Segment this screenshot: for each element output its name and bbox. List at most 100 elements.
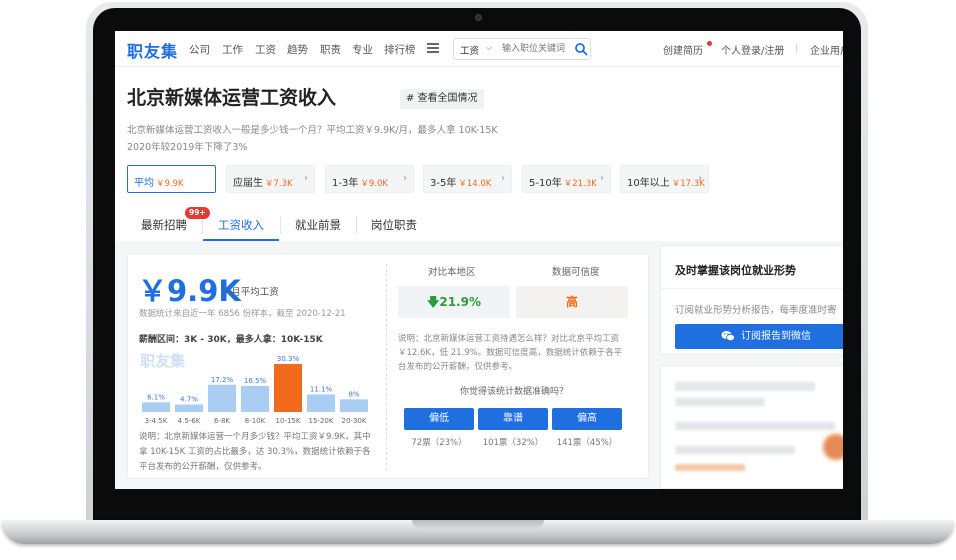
salary-card: ￥9.9K / 月平均工资 数据统计来自近一年 6856 份样本，截至 2020… [127,253,649,479]
chart-data-label-1: 4.7% [180,396,198,404]
blurred-ad-card [660,365,843,489]
laptop-notch [412,520,544,529]
exp-tab-1-3[interactable]: 1-3年 ￥9.0K › [325,165,414,193]
exp-tab-average[interactable]: 平均 ￥9.9K [127,165,216,193]
summary-line-1: 北京新媒体运营工资收入一般是多少钱一个月？平均工资￥9.9K/月，最多人拿 10… [127,125,498,136]
tab-duties[interactable]: 岗位职责 [357,209,431,241]
exp-tab-label: 应届生 [233,178,263,189]
trend-description: 订阅就业形势分析报告，每季度准时寄 [675,305,837,316]
chart-bar-4 [274,364,302,412]
exp-tab-5-10[interactable]: 5-10年 ￥21.3K › [522,165,611,193]
search-input[interactable] [502,42,568,56]
nav-link-jobs[interactable]: 工作 [222,42,243,57]
camera-icon [475,14,482,21]
create-resume-link[interactable]: 创建简历 [663,42,703,57]
credibility-value: 高 [516,286,628,318]
chevron-right-icon: › [698,173,702,184]
blur-line [675,398,765,406]
sample-note: 数据统计来自近一年 6856 份样本，截至 2020-12-21 [139,309,346,319]
poll-low-count: 72票（23%） [411,438,467,448]
search-category-select[interactable]: 工资 [460,43,479,57]
nav-link-company[interactable]: 公司 [189,42,210,57]
nav-link-major[interactable]: 专业 [352,42,373,57]
poll-high-button[interactable]: 偏高 [552,408,622,430]
chevron-right-icon: › [600,173,604,184]
nav-link-salary[interactable]: 工资 [255,42,276,57]
exp-tab-3-5[interactable]: 3-5年 ￥14.0K › [423,165,512,193]
nav-divider: | [795,43,799,54]
trend-divider [661,288,843,289]
poll-question: 你觉得该统计数据准确吗？ [459,387,568,397]
search-box: 工资 ⌵ [453,38,591,60]
exp-tab-value: ￥21.3K [563,179,597,189]
chart-bar-2 [208,384,236,412]
chevron-right-icon: › [403,173,407,184]
chart-data-label-5: 11.1% [310,385,333,393]
chart-tick-label-0: 3-4.5K [145,417,168,425]
blur-line [675,422,835,430]
tab-prospects[interactable]: 就业前景 [281,209,355,241]
chart-bar-6 [340,399,368,412]
menu-icon[interactable] [427,43,439,53]
exp-tab-graduate[interactable]: 应届生 ￥7.3K › [226,165,315,193]
site-logo[interactable]: 职友集 [127,38,178,62]
chevron-down-icon[interactable]: ⌵ [486,43,492,53]
trend-subscribe-card: 及时掌握该岗位就业形势 订阅就业形势分析报告，每季度准时寄 订阅报告到微信 [660,245,843,355]
nav-link-ranking[interactable]: 排行榜 [384,42,416,57]
chart-tick-label-4: 10-15K [276,417,301,425]
average-salary-unit: / 月平均工资 [225,287,279,298]
exp-tab-10plus[interactable]: 10年以上 ￥17.3K › [620,165,709,193]
subscribe-label: 订阅报告到微信 [741,331,811,342]
blur-line [675,382,815,391]
search-icon[interactable] [574,42,588,56]
compare-local-box: 🡇21.9% [398,286,510,318]
tab-divider [356,216,357,234]
tab-salary[interactable]: 工资收入 [203,209,279,241]
page-header: 北京新媒体运营工资收入 # 查看全国情况 北京新媒体运营工资收入一般是多少钱一个… [115,67,843,241]
tab-divider [280,216,281,234]
chart-tick-label-1: 4.5-6K [178,417,201,425]
exp-tab-label: 5-10年 [529,178,562,189]
poll-fair-count: 101票（32%） [482,438,544,448]
poll-high-count: 141票（45%） [556,438,618,448]
top-nav: 职友集 公司 工作 工资 趋势 职责 专业 排行榜 工资 ⌵ 创建简历 个人登录… [115,31,843,67]
chevron-right-icon: › [304,173,308,184]
exp-tab-value: ￥9.0K [360,179,388,189]
salary-range-title: 薪酬区间：3K - 30K，最多人拿：10K-15K [139,335,323,345]
chart-data-label-3: 16.5% [244,377,267,385]
blur-line [675,446,795,454]
page-title: 北京新媒体运营工资收入 [127,87,337,109]
chart-tick-label-5: 15-20K [309,417,334,425]
exp-tab-label: 平均 [134,178,154,189]
chart-tick-label-6: 20-30K [342,417,367,425]
chart-data-label-6: 8% [348,390,359,398]
exp-tab-value: ￥7.3K [265,179,293,189]
poll-fair-button[interactable]: 靠谱 [478,408,548,430]
chart-note: 说明：北京新媒体运营一个月多少钱？平均工资￥9.9K，其中拿 10K-15K 工… [139,432,371,472]
compare-local-value: 21.9% [439,295,481,309]
nav-link-duty[interactable]: 职责 [320,42,341,57]
chevron-right-icon: › [501,173,505,184]
exp-tab-value: ￥14.0K [458,179,492,189]
screen: 职友集 公司 工作 工资 趋势 职责 专业 排行榜 工资 ⌵ 创建简历 个人登录… [115,31,843,489]
chart-data-label-0: 6.1% [147,393,165,401]
new-jobs-badge: 99+ [185,207,210,219]
summary-line-2: 2020年较2019年下降了3% [127,142,248,153]
compare-local-title: 对比本地区 [428,267,476,278]
poll-low-button[interactable]: 偏低 [404,408,474,430]
salary-distribution-chart: 6.1% 3-4.5K 4.7% 4.5-6K 17.2% 6-8K 16.5% 8-10K 3… [142,355,368,425]
enterprise-link[interactable]: 企业用户 [810,42,843,57]
avatar [823,434,843,460]
exp-tab-label: 10年以上 [627,178,670,189]
chart-data-label-4: 30.3% [277,355,300,363]
chart-bar-0 [142,402,170,412]
compare-note: 说明：北京新媒体运营工资待遇怎么样？对比北京平均工资￥12.6K，低 21.9%… [398,334,623,372]
chart-bar-5 [307,394,335,412]
login-link[interactable]: 个人登录/注册 [721,42,784,57]
nav-link-trend[interactable]: 趋势 [287,42,308,57]
exp-tab-value: ￥9.9K [156,179,184,189]
subscribe-wechat-button[interactable]: 订阅报告到微信 [675,324,843,349]
view-national-button[interactable]: # 查看全国情况 [400,89,484,109]
credibility-title: 数据可信度 [552,267,600,278]
wechat-icon [721,331,735,342]
